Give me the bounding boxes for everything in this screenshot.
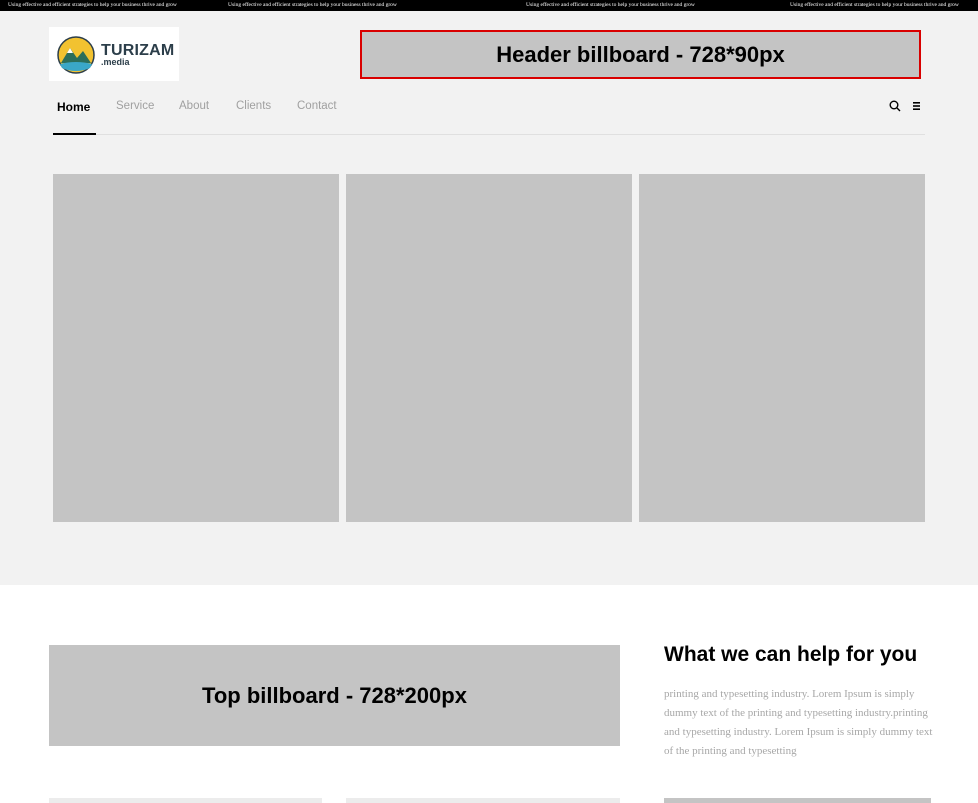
main-navigation: Home Service About Clients Contact bbox=[53, 96, 925, 135]
active-nav-underline bbox=[53, 133, 96, 135]
top-ticker-bar: Using effective and efficient strategies… bbox=[0, 0, 978, 11]
mountain-logo-icon bbox=[57, 36, 95, 74]
featured-card-1[interactable] bbox=[53, 174, 339, 522]
top-billboard-ad[interactable]: Top billboard - 728*200px bbox=[49, 645, 620, 746]
nav-item-contact[interactable]: Contact bbox=[297, 100, 337, 112]
nav-item-clients[interactable]: Clients bbox=[236, 100, 271, 112]
featured-card-3[interactable] bbox=[639, 174, 925, 522]
nav-item-home[interactable]: Home bbox=[57, 100, 90, 114]
nav-item-about[interactable]: About bbox=[179, 100, 209, 112]
content-card-top-edge bbox=[49, 798, 322, 803]
menu-icon[interactable] bbox=[911, 100, 923, 112]
ticker-text: Using effective and efficient strategies… bbox=[526, 2, 695, 8]
site-logo[interactable]: TURIZAM .media bbox=[49, 27, 179, 81]
ticker-text: Using effective and efficient strategies… bbox=[790, 2, 959, 8]
ticker-text: Using effective and efficient strategies… bbox=[8, 2, 177, 8]
nav-item-service[interactable]: Service bbox=[116, 100, 154, 112]
featured-card-2[interactable] bbox=[346, 174, 632, 522]
content-card-top-edge bbox=[346, 798, 620, 803]
sidebar-title: What we can help for you bbox=[664, 643, 918, 666]
sidebar-block-top-edge bbox=[664, 798, 931, 803]
logo-suffix: .media bbox=[101, 57, 130, 67]
search-icon[interactable] bbox=[889, 100, 901, 112]
sidebar-text: printing and typesetting industry. Lorem… bbox=[664, 688, 933, 757]
header-billboard-ad[interactable]: Header billboard - 728*90px bbox=[360, 30, 921, 79]
ticker-text: Using effective and efficient strategies… bbox=[228, 2, 397, 8]
